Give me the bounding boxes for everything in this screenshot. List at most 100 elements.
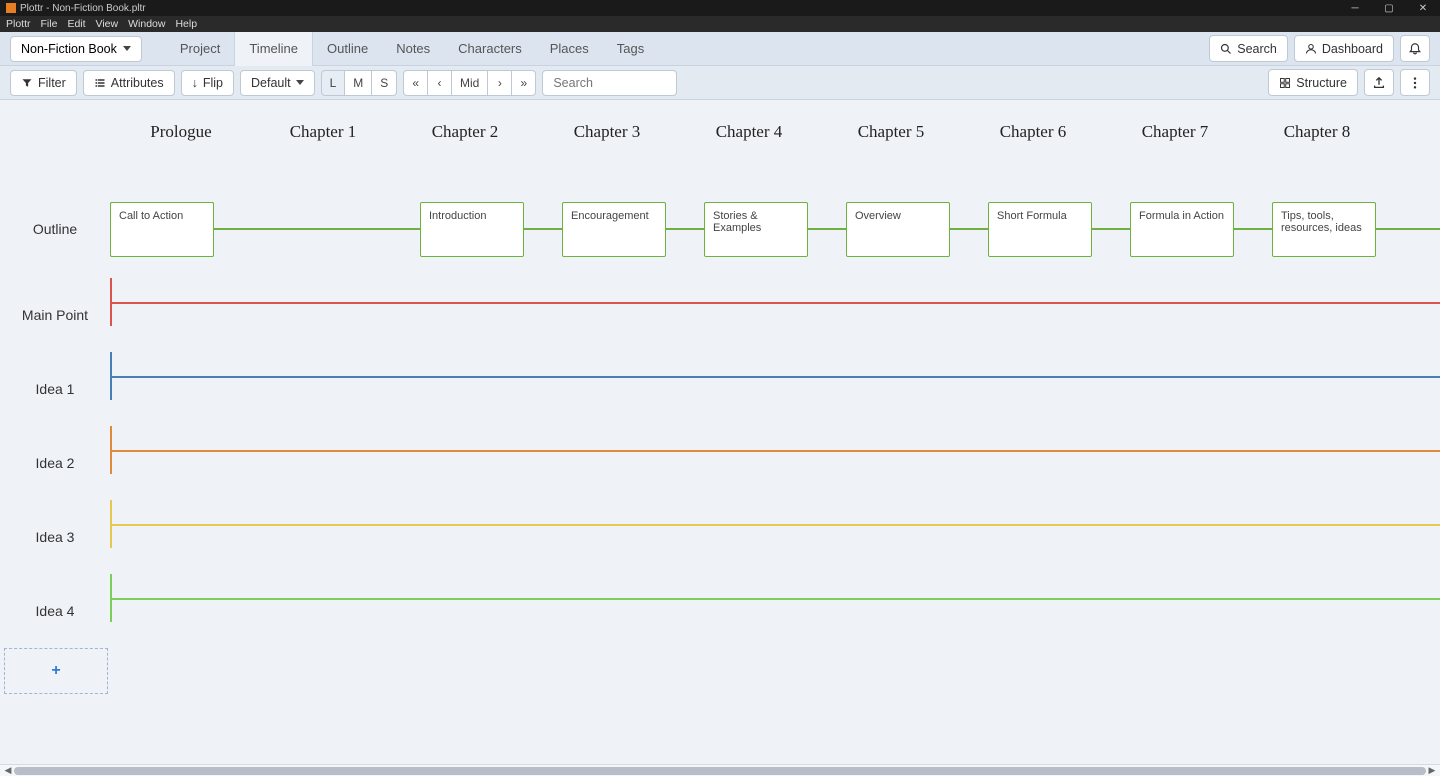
card-introduction[interactable]: Introduction	[420, 202, 524, 257]
structure-button[interactable]: Structure	[1268, 69, 1358, 96]
tab-characters[interactable]: Characters	[444, 32, 536, 66]
tab-timeline[interactable]: Timeline	[234, 32, 313, 66]
size-large[interactable]: L	[321, 70, 346, 96]
row-idea-3: Idea 3	[0, 500, 1440, 574]
col-chapter-2[interactable]: Chapter 2	[394, 122, 536, 142]
menu-view[interactable]: View	[96, 18, 119, 30]
nav-mid[interactable]: Mid	[452, 70, 488, 96]
row-label-idea-4[interactable]: Idea 4	[0, 603, 110, 619]
timeline-grid: Prologue Chapter 1 Chapter 2 Chapter 3 C…	[0, 100, 1440, 776]
dots-vertical-icon	[1408, 76, 1422, 90]
row-track-idea-2[interactable]	[110, 426, 1440, 500]
structure-label: Structure	[1296, 76, 1347, 90]
col-chapter-6[interactable]: Chapter 6	[962, 122, 1104, 142]
tab-outline[interactable]: Outline	[313, 32, 382, 66]
search-button[interactable]: Search	[1209, 35, 1288, 62]
row-label-outline[interactable]: Outline	[0, 221, 110, 237]
col-chapter-5[interactable]: Chapter 5	[820, 122, 962, 142]
layout-label: Default	[251, 76, 291, 90]
titlebar-text: Plottr - Non-Fiction Book.pltr	[20, 3, 146, 14]
menu-window[interactable]: Window	[128, 18, 165, 30]
filter-button[interactable]: Filter	[10, 70, 77, 96]
col-chapter-1[interactable]: Chapter 1	[252, 122, 394, 142]
scroll-left-icon[interactable]: ◀	[2, 765, 14, 776]
caret-down-icon	[123, 46, 131, 51]
flip-label: Flip	[203, 76, 223, 90]
col-chapter-4[interactable]: Chapter 4	[678, 122, 820, 142]
col-prologue[interactable]: Prologue	[110, 122, 252, 142]
structure-icon	[1279, 77, 1291, 89]
row-idea-2: Idea 2	[0, 426, 1440, 500]
dashboard-button-label: Dashboard	[1322, 42, 1383, 56]
bell-icon	[1408, 42, 1422, 56]
list-icon	[94, 77, 106, 89]
app-icon	[6, 3, 16, 13]
window-close-icon[interactable]: ✕	[1406, 0, 1440, 16]
card-formula-in-action[interactable]: Formula in Action	[1130, 202, 1234, 257]
filter-icon	[21, 77, 33, 89]
menu-plottr[interactable]: Plottr	[6, 18, 31, 30]
flip-icon: ↓	[192, 76, 198, 90]
menu-help[interactable]: Help	[175, 18, 197, 30]
search-input[interactable]	[542, 70, 677, 96]
row-label-idea-3[interactable]: Idea 3	[0, 529, 110, 545]
card-encouragement[interactable]: Encouragement	[562, 202, 666, 257]
horizontal-scrollbar[interactable]: ◀ ▶	[0, 764, 1440, 776]
nav-group: « ‹ Mid › »	[403, 70, 536, 96]
nav-next[interactable]: ›	[488, 70, 512, 96]
layout-dropdown[interactable]: Default	[240, 70, 315, 96]
attributes-button[interactable]: Attributes	[83, 70, 175, 96]
card-stories-examples[interactable]: Stories & Examples	[704, 202, 808, 257]
card-tips-tools[interactable]: Tips, tools, resources, ideas	[1272, 202, 1376, 257]
window-maximize-icon[interactable]: ▢	[1372, 0, 1406, 16]
card-overview[interactable]: Overview	[846, 202, 950, 257]
row-label-main-point[interactable]: Main Point	[0, 307, 110, 323]
nav-first[interactable]: «	[403, 70, 428, 96]
column-headers: Prologue Chapter 1 Chapter 2 Chapter 3 C…	[110, 122, 1440, 142]
filter-label: Filter	[38, 76, 66, 90]
nav-prev[interactable]: ‹	[428, 70, 452, 96]
row-label-idea-1[interactable]: Idea 1	[0, 381, 110, 397]
size-group: L M S	[321, 70, 398, 96]
add-plotline-button[interactable]: +	[4, 648, 108, 694]
book-dropdown[interactable]: Non-Fiction Book	[10, 36, 142, 62]
row-idea-4: Idea 4	[0, 574, 1440, 648]
tab-project[interactable]: Project	[166, 32, 234, 66]
row-track-idea-1[interactable]	[110, 352, 1440, 426]
col-chapter-8[interactable]: Chapter 8	[1246, 122, 1388, 142]
tab-tags[interactable]: Tags	[603, 32, 658, 66]
row-label-idea-2[interactable]: Idea 2	[0, 455, 110, 471]
row-track-idea-3[interactable]	[110, 500, 1440, 574]
scroll-right-icon[interactable]: ▶	[1426, 765, 1438, 776]
search-button-label: Search	[1237, 42, 1277, 56]
window-minimize-icon[interactable]: ─	[1338, 0, 1372, 16]
titlebar: Plottr - Non-Fiction Book.pltr ─ ▢ ✕	[0, 0, 1440, 16]
search-icon	[1220, 43, 1232, 55]
more-button[interactable]	[1400, 69, 1430, 96]
nav-last[interactable]: »	[512, 70, 536, 96]
dashboard-button[interactable]: Dashboard	[1294, 35, 1394, 62]
main-toolbar: Non-Fiction Book Project Timeline Outlin…	[0, 32, 1440, 66]
tab-notes[interactable]: Notes	[382, 32, 444, 66]
menu-file[interactable]: File	[41, 18, 58, 30]
menubar: Plottr File Edit View Window Help	[0, 16, 1440, 32]
col-chapter-3[interactable]: Chapter 3	[536, 122, 678, 142]
menu-edit[interactable]: Edit	[67, 18, 85, 30]
plus-icon: +	[51, 662, 60, 680]
nav-tabs: Project Timeline Outline Notes Character…	[166, 32, 658, 66]
card-short-formula[interactable]: Short Formula	[988, 202, 1092, 257]
row-track-main-point[interactable]	[110, 278, 1440, 352]
row-outline: Outline Introduction Encouragement Stori…	[0, 192, 1440, 266]
notifications-button[interactable]	[1400, 35, 1430, 62]
scrollbar-thumb[interactable]	[14, 767, 1426, 775]
tab-places[interactable]: Places	[536, 32, 603, 66]
card-call-to-action[interactable]: Call to Action	[110, 202, 214, 257]
row-track-idea-4[interactable]	[110, 574, 1440, 648]
flip-button[interactable]: ↓ Flip	[181, 70, 234, 96]
export-icon	[1372, 76, 1386, 90]
row-main-point: Main Point	[0, 278, 1440, 352]
export-button[interactable]	[1364, 69, 1394, 96]
col-chapter-7[interactable]: Chapter 7	[1104, 122, 1246, 142]
size-small[interactable]: S	[372, 70, 397, 96]
size-medium[interactable]: M	[345, 70, 372, 96]
